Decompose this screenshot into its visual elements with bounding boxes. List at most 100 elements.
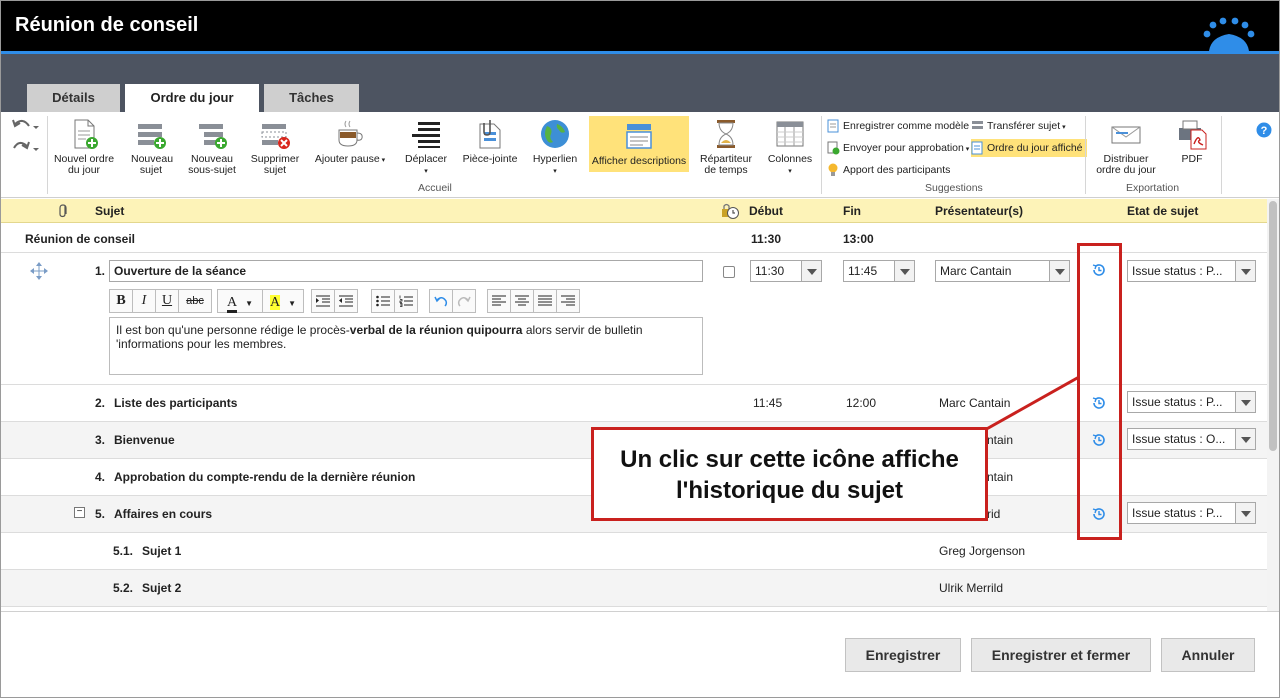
item-number: 5. — [95, 507, 106, 521]
end-time-select[interactable]: 11:45 — [843, 260, 915, 282]
indent-button[interactable] — [311, 289, 335, 313]
new-subject-button[interactable]: Nouveau sujet — [125, 118, 177, 184]
numbered-list-button[interactable] — [394, 289, 418, 313]
chevron-down-icon: ▼ — [245, 299, 254, 308]
undo-icon[interactable] — [11, 118, 39, 134]
columns-label: Colonnes — [767, 153, 813, 165]
status-select[interactable]: Issue status : P... — [1127, 391, 1256, 413]
tab-tasks[interactable]: Tâches — [264, 84, 359, 112]
coffee-cup-icon — [338, 120, 363, 147]
status-value: Issue status : P... — [1132, 264, 1223, 278]
italic-button[interactable]: I — [132, 289, 156, 313]
start-time-value: 11:30 — [755, 264, 785, 278]
cancel-button[interactable]: Annuler — [1161, 638, 1255, 672]
tab-agenda[interactable]: Ordre du jour — [125, 84, 259, 112]
transfer-subject-item[interactable]: Transférer sujet ▾ — [971, 117, 1066, 135]
redo-arrow-icon — [457, 296, 471, 307]
hyperlink-dropdown-icon: ▾ — [553, 168, 557, 175]
align-left-button[interactable] — [487, 289, 511, 313]
status-select[interactable]: Issue status : P... — [1127, 502, 1256, 524]
delete-subject-button[interactable]: Supprimer sujet — [247, 118, 303, 184]
bold-button[interactable]: B — [109, 289, 133, 313]
indent-icon — [316, 295, 330, 307]
bullet-list-button[interactable] — [371, 289, 395, 313]
displayed-agenda-item[interactable]: Ordre du jour affiché — [971, 139, 1087, 157]
columns-button[interactable]: Colonnes ▾ — [763, 118, 817, 184]
item-number: 5.2. — [113, 581, 134, 595]
start-time-select[interactable]: 11:30 — [750, 260, 822, 282]
new-subject-icon — [138, 124, 166, 149]
presenter-value: Marc Cantain — [940, 264, 1012, 278]
add-break-button[interactable]: Ajouter pause ▾ — [313, 118, 387, 184]
chevron-down-icon — [894, 261, 914, 281]
status-select[interactable]: Issue status : P... — [1127, 260, 1256, 282]
save-as-template-item[interactable]: Enregistrer comme modèle — [827, 117, 969, 135]
outdent-button[interactable] — [334, 289, 358, 313]
chevron-down-icon — [801, 261, 821, 281]
drag-move-icon[interactable] — [29, 261, 49, 281]
align-right-button[interactable] — [556, 289, 580, 313]
table-row[interactable]: 5.2. Sujet 2 Ulrik Merrild — [1, 570, 1269, 607]
pdf-button[interactable]: PDF — [1169, 118, 1215, 184]
editor-undo-button[interactable] — [429, 289, 453, 313]
description-editor[interactable]: Il est bon qu'une personne rédige le pro… — [109, 317, 703, 375]
send-for-approval-item[interactable]: Envoyer pour approbation ▾ — [827, 139, 969, 157]
help-icon[interactable]: ? — [1256, 122, 1272, 138]
show-descriptions-button[interactable]: Afficher descriptions — [589, 116, 689, 172]
new-agenda-button[interactable]: Nouvel ordre du jour — [53, 118, 115, 184]
grid-header: Sujet Début Fin Présentateur(s) Etat de … — [1, 199, 1269, 223]
item-title: Sujet 2 — [142, 581, 182, 595]
attachment-button[interactable]: Pièce-jointe — [459, 118, 521, 184]
item-title: Sujet 1 — [142, 544, 182, 558]
vertical-scrollbar[interactable] — [1267, 199, 1279, 611]
presenter-select[interactable]: Marc Cantain — [935, 260, 1070, 282]
item-number: 2. — [95, 396, 106, 410]
item-title: Bienvenue — [114, 433, 175, 447]
attachment-column-icon — [59, 204, 67, 218]
item-title: Liste des participants — [114, 396, 238, 410]
highlight-color-button[interactable]: A ▼ — [262, 289, 304, 313]
attachment-label: Pièce-jointe — [462, 153, 518, 165]
show-descriptions-label: Afficher descriptions — [591, 155, 687, 167]
subject-checkbox[interactable] — [723, 266, 735, 278]
send-for-approval-label: Envoyer pour approbation — [843, 142, 964, 154]
new-subsubject-label: Nouveau sous-sujet — [188, 153, 236, 176]
participant-input-item[interactable]: Apport des participants — [827, 161, 950, 179]
subject-title-input[interactable]: Ouverture de la séance — [109, 260, 703, 282]
hourglass-icon — [717, 120, 735, 148]
displayed-agenda-icon — [971, 141, 983, 155]
font-color-button[interactable]: A ▼ — [217, 289, 263, 313]
justify-button[interactable] — [533, 289, 557, 313]
new-subsubject-button[interactable]: Nouveau sous-sujet — [185, 118, 239, 184]
column-start[interactable]: Début — [749, 204, 783, 218]
delete-subject-icon — [261, 124, 290, 149]
align-center-button[interactable] — [510, 289, 534, 313]
transfer-icon — [972, 121, 983, 129]
underline-button[interactable]: U — [155, 289, 179, 313]
editor-redo-button[interactable] — [452, 289, 476, 313]
column-presenter[interactable]: Présentateur(s) — [935, 204, 1023, 218]
new-agenda-icon — [74, 119, 98, 149]
item-presenter: ntain — [987, 470, 1014, 484]
distribute-agenda-button[interactable]: Distribuer ordre du jour — [1091, 118, 1161, 184]
tab-details[interactable]: Détails — [27, 84, 120, 112]
column-status[interactable]: Etat de sujet — [1127, 204, 1198, 218]
callout-highlight-box — [1077, 243, 1122, 540]
move-dropdown-icon: ▾ — [424, 168, 428, 175]
status-select[interactable]: Issue status : O... — [1127, 428, 1256, 450]
chevron-down-icon — [1235, 392, 1255, 412]
hyperlink-button[interactable]: Hyperlien ▾ — [529, 118, 581, 184]
move-button[interactable]: Déplacer ▾ — [399, 118, 453, 184]
save-button[interactable]: Enregistrer — [845, 638, 961, 672]
column-subject[interactable]: Sujet — [95, 204, 124, 218]
time-distributor-button[interactable]: Répartiteur de temps — [697, 118, 755, 184]
scrollbar-thumb[interactable] — [1269, 201, 1277, 451]
collapse-icon[interactable]: − — [74, 507, 85, 518]
move-lines-icon — [412, 122, 440, 148]
strikethrough-button[interactable]: abc — [178, 289, 212, 313]
callout-line-2: l'historique du sujet — [675, 477, 904, 504]
brand-logo-icon — [1203, 17, 1255, 51]
save-and-close-button[interactable]: Enregistrer et fermer — [971, 638, 1151, 672]
column-end[interactable]: Fin — [843, 204, 861, 218]
redo-icon[interactable] — [11, 140, 39, 156]
